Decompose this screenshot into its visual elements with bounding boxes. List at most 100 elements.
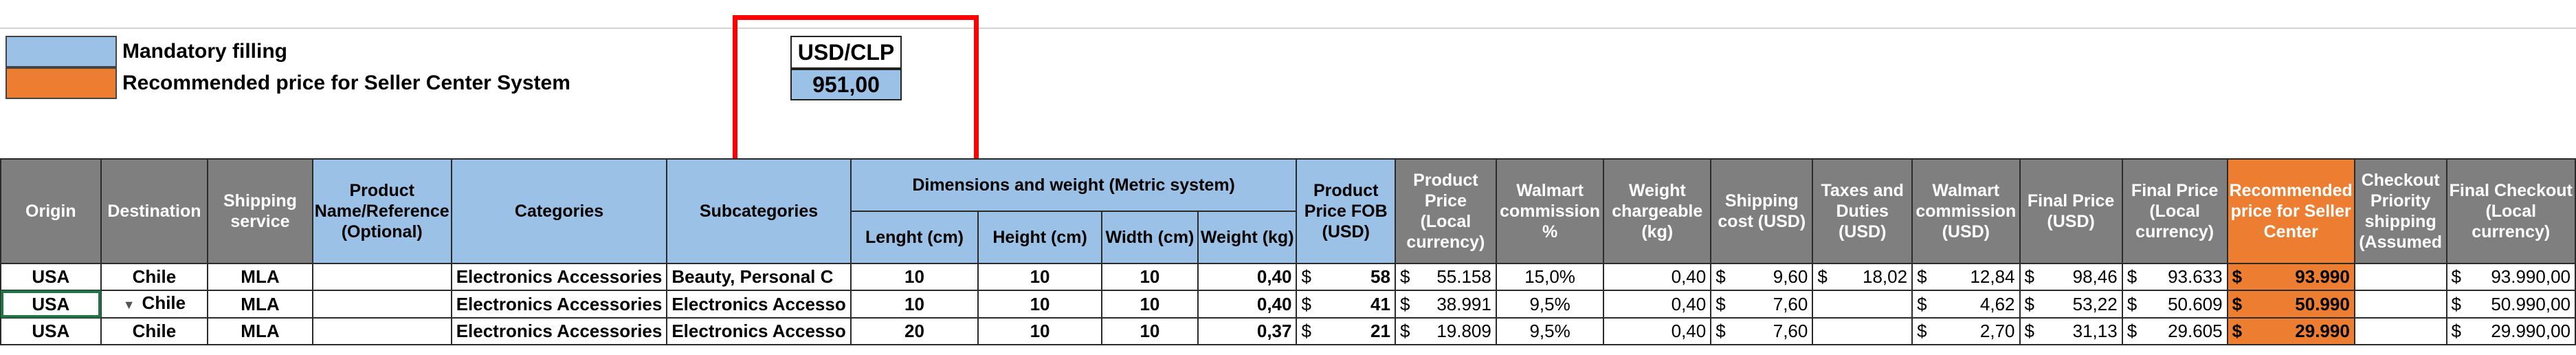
cell-length[interactable]: 10 (850, 263, 979, 291)
cell-fob[interactable]: $58 (1296, 263, 1396, 291)
header-subcategories[interactable]: Subcategories (666, 158, 852, 264)
cell-recommended[interactable]: $50.990 (2226, 290, 2355, 319)
cell-final-local[interactable]: $50.609 (2121, 290, 2228, 319)
cell-subcategory[interactable]: Beauty, Personal C (666, 263, 852, 291)
recommended-value: 50.990 (2295, 293, 2350, 314)
header-dimensions-group[interactable]: Dimensions and weight (Metric system) (850, 158, 1298, 212)
cell-origin[interactable]: USA (0, 290, 102, 319)
currency-symbol: $ (2127, 293, 2138, 314)
cell-destination[interactable]: Chile (100, 263, 209, 291)
cell-taxes[interactable]: $18,02 (1812, 263, 1913, 291)
cell-service[interactable]: MLA (207, 263, 313, 291)
cell-height[interactable]: 10 (977, 290, 1102, 319)
cell-shipping[interactable]: $7,60 (1710, 317, 1814, 345)
cell-recommended[interactable]: $29.990 (2226, 317, 2355, 345)
cell-final-usd[interactable]: $31,13 (2019, 317, 2123, 345)
final-local-value: 50.609 (2168, 293, 2223, 314)
cell-chargeable[interactable]: 0,40 (1603, 263, 1712, 291)
cell-destination[interactable]: Chile (100, 317, 209, 345)
header-final-price-usd[interactable]: Final Price (USD) (2019, 158, 2123, 264)
cell-commission-pct[interactable]: 9,5% (1495, 290, 1605, 319)
shipping-value: 9,60 (1773, 266, 1808, 287)
header-walmart-commission-pct[interactable]: Walmart commission % (1495, 158, 1605, 264)
header-final-checkout[interactable]: Final Checkout (Local currency) (2445, 158, 2576, 264)
cell-service[interactable]: MLA (207, 290, 313, 319)
header-width[interactable]: Width (cm) (1100, 211, 1199, 264)
header-final-price-local[interactable]: Final Price (Local currency) (2121, 158, 2228, 264)
cell-shipping[interactable]: $9,60 (1710, 263, 1814, 291)
cell-checkout-priority[interactable] (2353, 317, 2447, 345)
cell-origin[interactable]: USA (0, 263, 102, 291)
currency-symbol: $ (1917, 293, 1927, 314)
cell-product[interactable] (311, 263, 452, 291)
cell-recommended[interactable]: $93.990 (2226, 263, 2355, 291)
cell-taxes[interactable] (1812, 290, 1913, 319)
header-shipping-cost[interactable]: Shipping cost (USD) (1710, 158, 1814, 264)
cell-price-local[interactable]: $38.991 (1394, 290, 1497, 319)
cell-weight[interactable]: 0,37 (1197, 317, 1298, 345)
header-categories[interactable]: Categories (450, 158, 668, 264)
header-shipping-service[interactable]: Shipping service (207, 158, 313, 264)
cell-chargeable[interactable]: 0,40 (1603, 317, 1712, 345)
header-weight[interactable]: Weight (kg) (1197, 211, 1298, 264)
cell-weight[interactable]: 0,40 (1197, 263, 1298, 291)
cell-category[interactable]: Electronics Accessories (450, 290, 668, 319)
header-taxes-duties[interactable]: Taxes and Duties (USD) (1812, 158, 1913, 264)
header-product-name[interactable]: Product Name/Reference (Optional) (311, 158, 452, 264)
cell-final-local[interactable]: $93.633 (2121, 263, 2228, 291)
cell-height[interactable]: 10 (977, 317, 1102, 345)
cell-final-checkout[interactable]: $50.990,00 (2445, 290, 2576, 319)
cell-shipping[interactable]: $7,60 (1710, 290, 1814, 319)
cell-commission-pct[interactable]: 9,5% (1495, 317, 1605, 345)
cell-taxes[interactable] (1812, 317, 1913, 345)
cell-height[interactable]: 10 (977, 263, 1102, 291)
cell-commission-usd[interactable]: $4,62 (1911, 290, 2021, 319)
cell-category[interactable]: Electronics Accessories (450, 263, 668, 291)
cell-commission-usd[interactable]: $2,70 (1911, 317, 2021, 345)
cell-origin[interactable]: USA (0, 317, 102, 345)
price-local-value: 55.158 (1436, 266, 1491, 287)
cell-commission-pct[interactable]: 15,0% (1495, 263, 1605, 291)
cell-subcategory[interactable]: Electronics Accesso (666, 317, 852, 345)
header-destination[interactable]: Destination (100, 158, 209, 264)
cell-final-checkout[interactable]: $93.990,00 (2445, 263, 2576, 291)
cell-chargeable[interactable]: 0,40 (1603, 290, 1712, 319)
header-product-price-local[interactable]: Product Price (Local currency) (1394, 158, 1497, 264)
cell-checkout-priority[interactable] (2353, 263, 2447, 291)
cell-length[interactable]: 20 (850, 317, 979, 345)
header-checkout-priority[interactable]: Checkout Priority shipping (Assumed (2353, 158, 2447, 264)
cell-final-usd[interactable]: $53,22 (2019, 290, 2123, 319)
cell-subcategory[interactable]: Electronics Accesso (666, 290, 852, 319)
cell-width[interactable]: 10 (1100, 290, 1199, 319)
cell-fob[interactable]: $41 (1296, 290, 1396, 319)
cell-price-local[interactable]: $19.809 (1394, 317, 1497, 345)
cell-width[interactable]: 10 (1100, 263, 1199, 291)
header-product-price-fob[interactable]: Product Price FOB (USD) (1296, 158, 1396, 264)
header-length[interactable]: Lenght (cm) (850, 211, 979, 264)
header-walmart-commission-usd[interactable]: Walmart commission (USD) (1911, 158, 2021, 264)
currency-symbol: $ (1301, 293, 1311, 314)
dropdown-arrow-icon[interactable]: ▼ (123, 293, 135, 316)
cell-commission-usd[interactable]: $12,84 (1911, 263, 2021, 291)
cell-product[interactable] (311, 317, 452, 345)
cell-length[interactable]: 10 (850, 290, 979, 319)
cell-product[interactable] (311, 290, 452, 319)
header-weight-chargeable[interactable]: Weight chargeable (kg) (1603, 158, 1712, 264)
pricing-table: Origin Destination Shipping service Prod… (0, 158, 2576, 345)
cell-width[interactable]: 10 (1100, 317, 1199, 345)
currency-symbol: $ (1399, 321, 1410, 341)
cell-destination[interactable]: ▼ Chile (100, 290, 209, 319)
cell-checkout-priority[interactable] (2353, 290, 2447, 319)
header-recommended-price[interactable]: Recommended price for Seller Center (2226, 158, 2355, 264)
cell-final-usd[interactable]: $98,46 (2019, 263, 2123, 291)
cell-final-local[interactable]: $29.605 (2121, 317, 2228, 345)
cell-weight[interactable]: 0,40 (1197, 290, 1298, 319)
header-height[interactable]: Height (cm) (977, 211, 1102, 264)
final-usd-value: 53,22 (2072, 293, 2118, 314)
cell-fob[interactable]: $21 (1296, 317, 1396, 345)
cell-category[interactable]: Electronics Accessories (450, 317, 668, 345)
cell-final-checkout[interactable]: $29.990,00 (2445, 317, 2576, 345)
header-origin[interactable]: Origin (0, 158, 102, 264)
cell-price-local[interactable]: $55.158 (1394, 263, 1497, 291)
cell-service[interactable]: MLA (207, 317, 313, 345)
